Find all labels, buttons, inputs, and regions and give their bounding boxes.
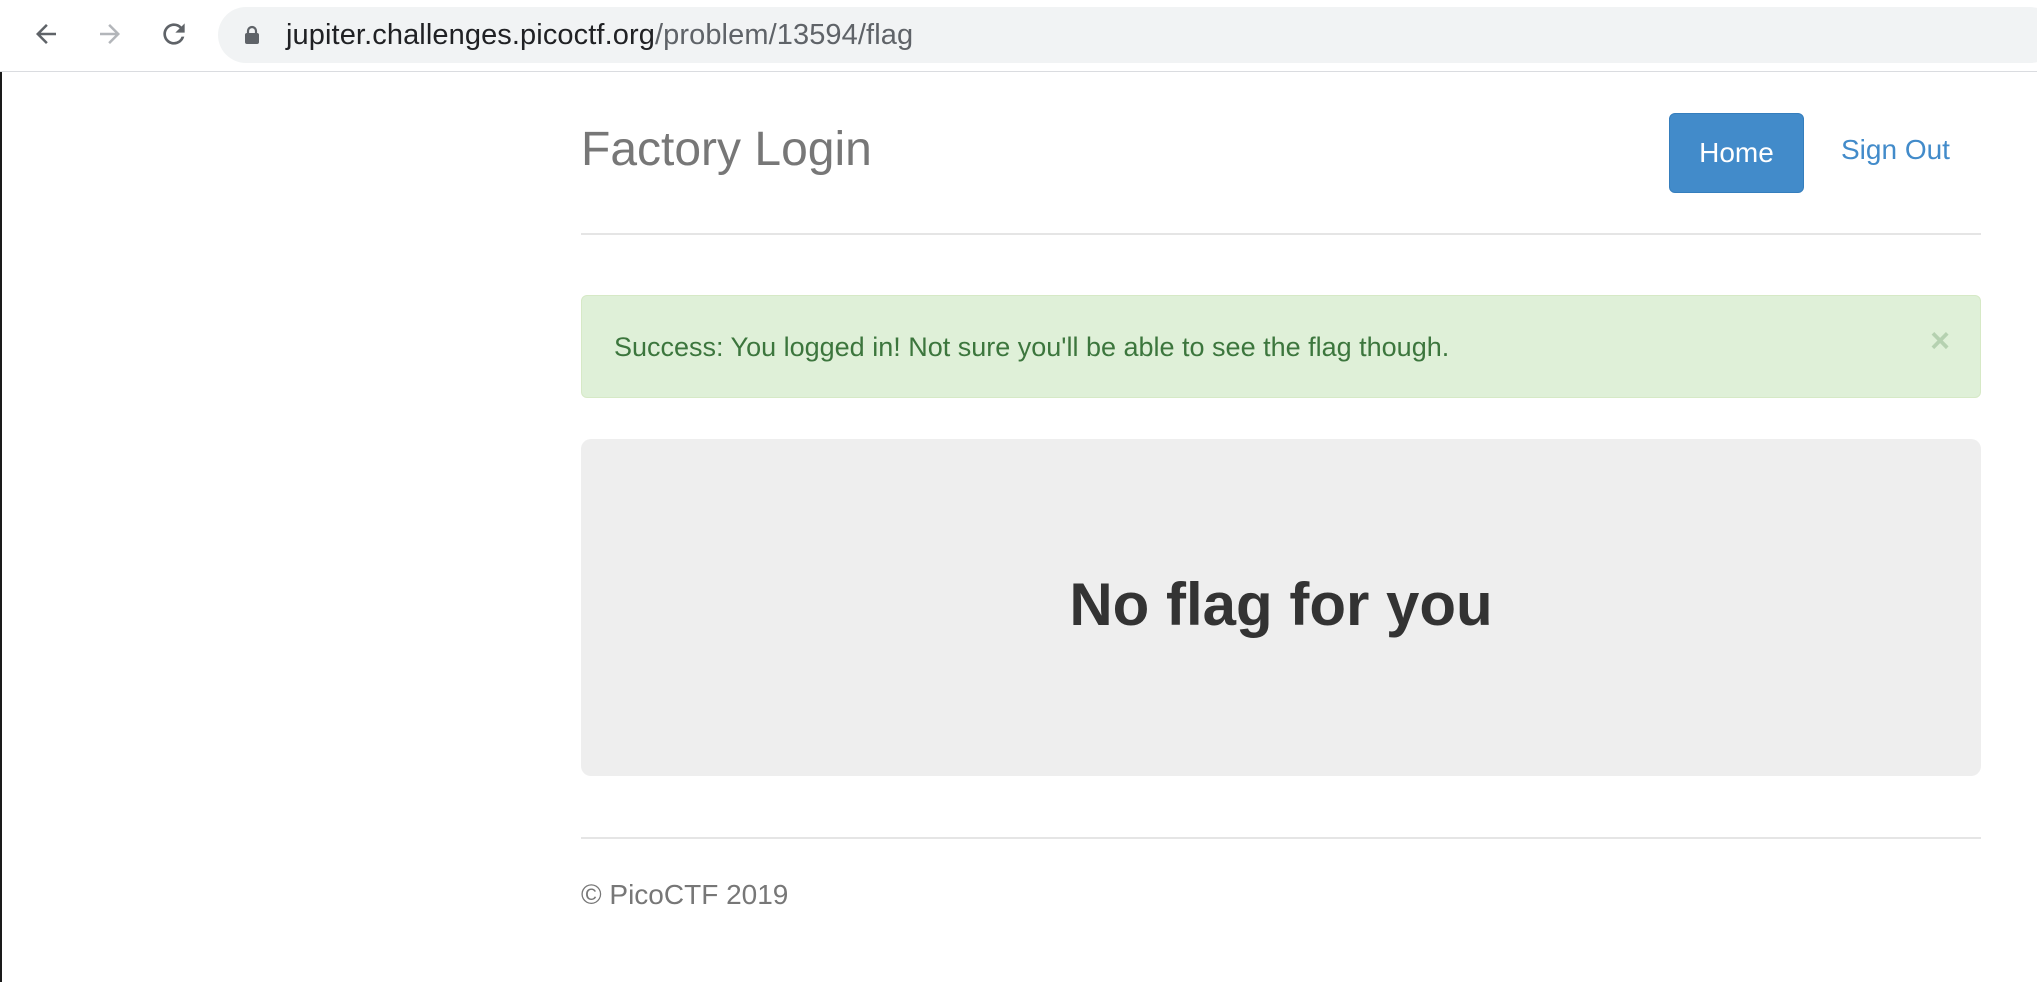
forward-button[interactable] — [92, 14, 128, 54]
page-title: Factory Login — [581, 123, 872, 176]
arrow-left-icon — [36, 24, 56, 44]
home-button[interactable]: Home — [1669, 113, 1804, 193]
url-host: jupiter.challenges.picoctf.org — [286, 19, 655, 51]
header-divider — [581, 233, 1981, 235]
browser-toolbar: jupiter.challenges.picoctf.org/problem/1… — [0, 0, 2037, 72]
window-edge — [0, 72, 2, 982]
back-button[interactable] — [28, 14, 64, 54]
alert-message: Success: You logged in! Not sure you'll … — [614, 332, 1450, 362]
flag-heading: No flag for you — [1069, 571, 1493, 638]
reload-button[interactable] — [156, 14, 192, 54]
footer-divider — [581, 837, 1981, 839]
lock-icon — [245, 25, 259, 44]
reload-icon — [163, 23, 185, 45]
footer-copyright: © PicoCTF 2019 — [581, 879, 789, 910]
sign-out-link[interactable]: Sign Out — [1841, 134, 1950, 166]
arrow-right-icon — [100, 24, 120, 44]
url-path: /problem/13594/flag — [654, 19, 914, 51]
jumbotron: No flag for you — [581, 439, 1981, 776]
success-alert: Success: You logged in! Not sure you'll … — [581, 295, 1981, 398]
address-bar[interactable]: jupiter.challenges.picoctf.org/problem/1… — [218, 7, 2037, 63]
close-icon[interactable]: × — [1930, 324, 1950, 358]
url-text[interactable]: jupiter.challenges.picoctf.org/problem/1… — [286, 20, 913, 50]
